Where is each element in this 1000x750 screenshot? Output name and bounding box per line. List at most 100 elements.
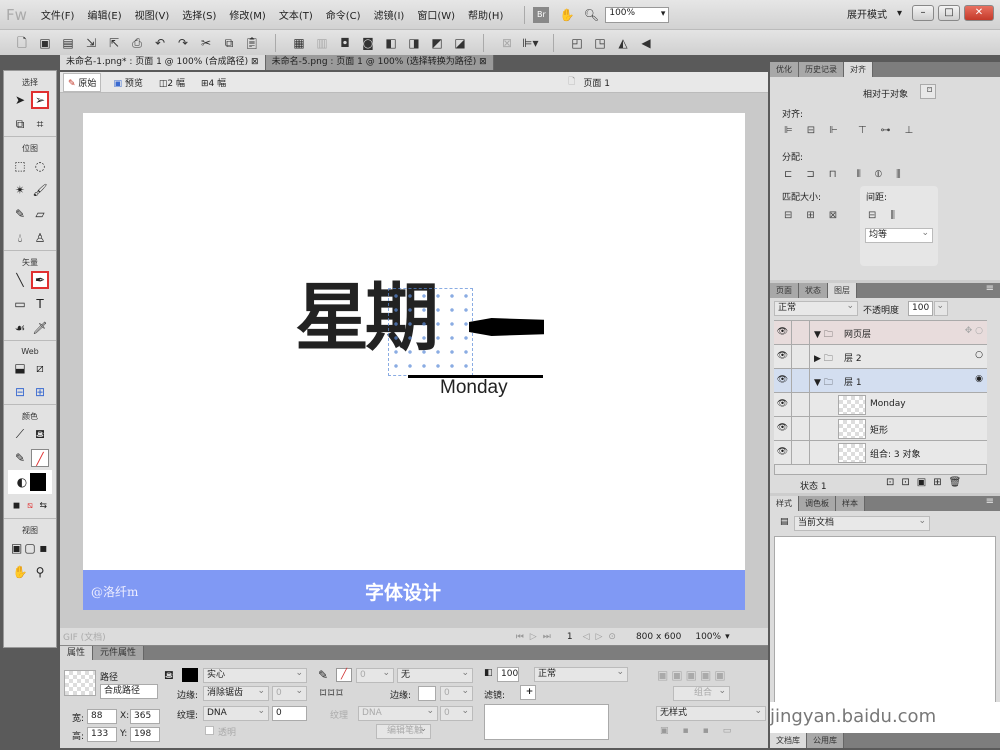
stroke-edge-amount[interactable]: 0 — [440, 685, 473, 701]
lock-toggle[interactable] — [792, 321, 810, 344]
ungroup-icon[interactable]: ▥ — [314, 35, 330, 51]
tab-swatches[interactable]: 样本 — [836, 496, 865, 511]
eyedropper-tool-icon[interactable]: ⟋ — [11, 425, 29, 443]
copy-icon[interactable]: ⧉ — [221, 35, 237, 51]
group-icon[interactable]: ▦ — [291, 35, 307, 51]
fill-color-icon[interactable]: ◐ — [14, 473, 30, 491]
zoom-tool-icon[interactable]: ⚲ — [31, 563, 49, 581]
align-icon[interactable]: ⊫▾ — [522, 35, 538, 51]
freeform-tool-icon[interactable]: ☙ — [11, 319, 29, 337]
align-buttons[interactable]: ⊫ ⊟ ⊩ ⊤ ⊶ ⊥ — [784, 125, 913, 136]
layer-action-buttons[interactable]: ⊡⊡▣⊞🗑︎ — [886, 477, 968, 488]
menu-edit[interactable]: 编辑(E) — [87, 7, 121, 22]
fill-color-swatch[interactable] — [182, 668, 198, 682]
tab-styles[interactable]: 样式 — [770, 496, 799, 511]
menu-select[interactable]: 选择(S) — [182, 7, 216, 22]
opacity-input[interactable]: 100 — [497, 667, 519, 682]
tab-pages[interactable]: 页面 — [770, 283, 799, 298]
rotate-left-icon[interactable]: ◰ — [569, 35, 585, 51]
status-zoom[interactable]: 100% — [695, 632, 721, 642]
group-button[interactable]: 组合 — [673, 685, 730, 701]
swap-colors-icon[interactable]: ⇆ — [37, 497, 50, 515]
y-input[interactable]: 198 — [130, 727, 160, 742]
tab-document-5[interactable]: 未命名-5.png : 页面 1 @ 100% (选择转换为路径) ⊠ — [265, 55, 494, 70]
workspace-switcher[interactable]: 展开模式 — [847, 6, 887, 21]
close-icon[interactable]: ⊠ — [479, 57, 487, 67]
radio-icon[interactable]: ✥ ○ — [965, 326, 983, 336]
stroke-texture-amount[interactable]: 0 — [440, 705, 473, 721]
spacing-mode-select[interactable]: 均等 — [865, 227, 933, 243]
tab-properties[interactable]: 属性 — [60, 646, 94, 660]
tab-optimize[interactable]: 优化 — [770, 62, 799, 77]
frame-controls[interactable]: ⏮▷⏭ — [516, 632, 557, 642]
eye-icon[interactable]: 👁︎ — [774, 369, 792, 392]
lock-toggle[interactable] — [792, 345, 810, 368]
object-row[interactable]: 👁︎ Monday — [774, 393, 987, 417]
lock-toggle[interactable] — [792, 441, 810, 464]
layer-row[interactable]: 👁︎ ▼ 🗀 层 1 ◉ — [774, 369, 987, 393]
eye-icon[interactable]: 👁︎ — [774, 321, 792, 344]
eye-icon[interactable]: 👁︎ — [774, 393, 792, 416]
document-canvas[interactable]: 星期 一 Monday @洛纤m 字体设计 — [83, 113, 745, 610]
new-icon[interactable]: 🗋 — [14, 35, 30, 51]
distribute-buttons[interactable]: ⊏ ⊐ ⊓ ⫴ ⦶ ⫼ — [784, 169, 901, 180]
send-back-icon[interactable]: ◪ — [452, 35, 468, 51]
view-4up-button[interactable]: ⊞4 幅 — [197, 74, 230, 91]
eye-icon[interactable]: 👁︎ — [774, 441, 792, 464]
stroke-color-icon[interactable]: ✎ — [11, 449, 29, 467]
transparent-checkbox[interactable] — [205, 726, 214, 735]
close-button[interactable]: ✕ — [964, 5, 994, 21]
layer-blend-select[interactable]: 正常 — [774, 300, 858, 316]
height-input[interactable]: 133 — [87, 727, 117, 742]
redo-icon[interactable]: ↷ — [175, 35, 191, 51]
add-filter-button[interactable]: + — [520, 685, 536, 700]
relative-to-button[interactable]: ⌑ — [920, 84, 936, 99]
standard-screen-icon[interactable]: ▣ — [10, 539, 23, 557]
crop-tool-icon[interactable]: ⌗ — [31, 115, 49, 133]
edit-stroke-button[interactable]: 编辑笔触 — [376, 723, 431, 739]
layer-row[interactable]: 👁︎ ▶ 🗀 层 2 ○ — [774, 345, 987, 369]
object-name-input[interactable]: 合成路径 — [100, 684, 158, 699]
tab-document-library[interactable]: 文档库 — [770, 733, 807, 748]
style-source-select[interactable]: 当前文档 — [794, 515, 930, 531]
default-colors-icon[interactable]: ◼ — [10, 497, 23, 515]
width-input[interactable]: 88 — [87, 709, 117, 724]
menu-text[interactable]: 文本(T) — [279, 7, 313, 22]
hand-tool-icon[interactable]: ✋ — [11, 563, 29, 581]
stroke-texture-select[interactable]: DNA — [358, 705, 438, 721]
tab-history[interactable]: 历史记录 — [799, 62, 844, 77]
show-slices-icon[interactable]: ⊞ — [31, 383, 49, 401]
brush-tool-icon[interactable]: 🖌︎ — [31, 181, 49, 199]
hide-slices-icon[interactable]: ⊟ — [11, 383, 29, 401]
no-color-icon[interactable]: ⧅ — [23, 497, 36, 515]
send-backward-icon[interactable]: ◩ — [429, 35, 445, 51]
style-buttons[interactable]: ▣▪▪▭ — [660, 726, 745, 736]
tab-document-1[interactable]: 未命名-1.png* : 页面 1 @ 100% (合成路径) ⊠ — [60, 55, 266, 70]
spacing-buttons[interactable]: ⊟ ⫼ — [868, 210, 895, 221]
zoom-select[interactable]: 100% — [605, 6, 670, 23]
distribute-icon[interactable]: ⊠ — [499, 35, 515, 51]
menu-modify[interactable]: 修改(M) — [229, 7, 265, 22]
eraser-tool-icon[interactable]: ▱ — [31, 205, 49, 223]
slice-tool-icon[interactable]: ⧄ — [31, 359, 49, 377]
full-screen-menus-icon[interactable]: ▢ — [23, 539, 36, 557]
panel-menu-icon[interactable]: ≡ — [986, 496, 994, 507]
monday-text[interactable]: Monday — [440, 377, 508, 399]
pen-tool-icon[interactable]: ✒ — [31, 271, 49, 289]
layer-row[interactable]: 👁︎ ▼ 🗀 网页层 ✥ ○ — [774, 321, 987, 345]
filters-list[interactable] — [484, 704, 609, 740]
line-tool-icon[interactable]: ╲ — [11, 271, 29, 289]
lock-toggle[interactable] — [792, 417, 810, 440]
stroke-edge-swatch[interactable] — [418, 686, 436, 701]
menu-file[interactable]: 文件(F) — [41, 7, 75, 22]
tab-symbol-properties[interactable]: 元件属性 — [93, 646, 145, 660]
flip-vertical-icon[interactable]: ◀ — [638, 35, 654, 51]
stroke-position-buttons[interactable]: ⌑⌑⌑ — [320, 686, 344, 700]
print-icon[interactable]: ⎙ — [129, 35, 145, 51]
paste-icon[interactable]: 📋︎ — [244, 35, 260, 51]
menu-filters[interactable]: 滤镜(I) — [374, 7, 405, 22]
magic-wand-icon[interactable]: ✴ — [11, 181, 29, 199]
menu-help[interactable]: 帮助(H) — [468, 7, 503, 22]
pencil-tool-icon[interactable]: ✎ — [11, 205, 29, 223]
rotate-right-icon[interactable]: ◳ — [592, 35, 608, 51]
